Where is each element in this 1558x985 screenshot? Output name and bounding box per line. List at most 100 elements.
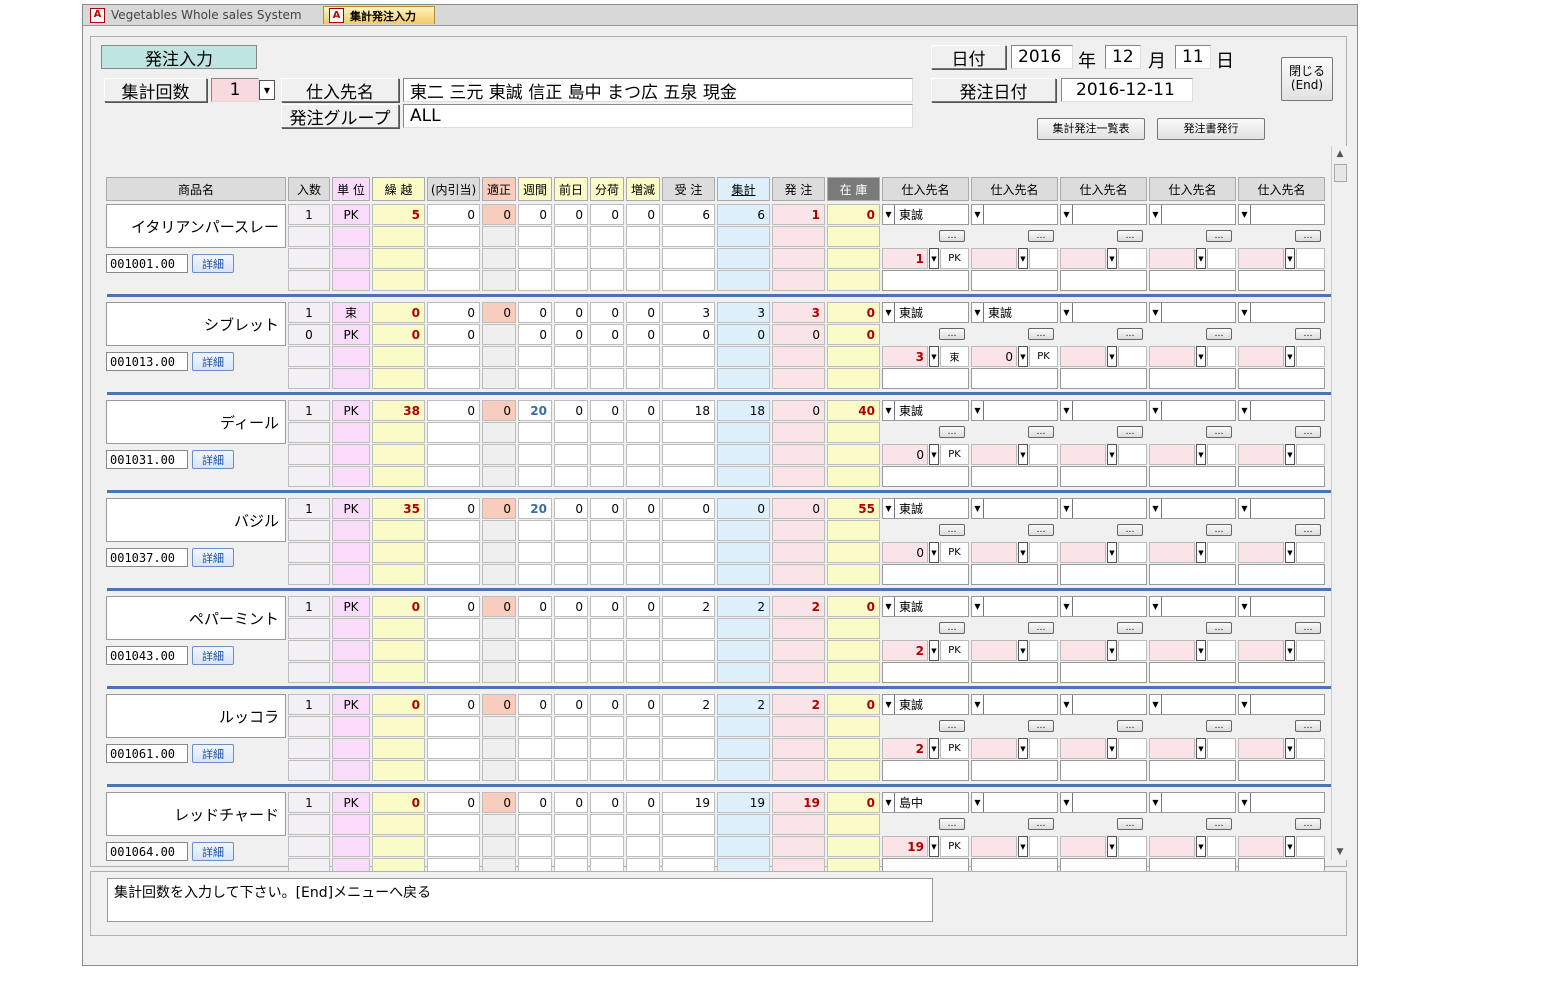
order-qty-input[interactable] [971,248,1017,269]
group-field[interactable]: ALL [403,104,913,128]
ellipsis-button[interactable]: … [1295,720,1321,732]
chevron-down-icon[interactable]: ▼ [1239,499,1251,518]
chevron-down-icon[interactable]: ▼ [1061,499,1073,518]
supplier-select[interactable]: ▼ 島中 [882,792,969,813]
chevron-down-icon[interactable]: ▼ [1107,542,1117,563]
cell-bunka[interactable]: 0 [590,694,624,715]
cell-shukan[interactable]: 0 [518,596,552,617]
chevron-down-icon[interactable]: ▼ [972,597,984,616]
chevron-down-icon[interactable]: ▼ [1150,695,1162,714]
chevron-down-icon[interactable]: ▼ [972,303,984,322]
ellipsis-button[interactable]: … [1206,524,1232,536]
cell-zenjitsu[interactable]: 0 [554,596,588,617]
cell-tekisei[interactable]: 0 [482,596,516,617]
ellipsis-button[interactable]: … [1206,426,1232,438]
order-qty-input[interactable]: 0 [971,346,1017,367]
ellipsis-button[interactable]: … [1028,622,1054,634]
chevron-down-icon[interactable]: ▼ [1018,542,1028,563]
cell-juchu[interactable]: 2 [662,596,715,617]
chevron-down-icon[interactable]: ▼ [1285,738,1295,759]
cell-tekisei[interactable]: 0 [482,302,516,323]
tab-order-input[interactable]: A 集計発注入力 [323,6,435,24]
chevron-down-icon[interactable]: ▼ [1061,597,1073,616]
cell-juchu[interactable]: 3 [662,302,715,323]
cell-zaiko[interactable]: 0 [827,204,880,225]
cell-bunka[interactable]: 0 [590,400,624,421]
order-qty-input[interactable]: 2 [882,640,928,661]
ellipsis-button[interactable]: … [1117,426,1143,438]
cell-zogen[interactable]: 0 [626,400,660,421]
chevron-down-icon[interactable]: ▼ [1061,793,1073,812]
supplier-select[interactable]: ▼ [1238,694,1325,715]
cell-shukei[interactable]: 2 [717,596,770,617]
cell-hatchu[interactable]: 1 [772,204,825,225]
product-code-field[interactable]: 001001.00 [106,254,188,273]
chevron-down-icon[interactable]: ▼ [1196,640,1206,661]
detail-button[interactable]: 詳細 [192,842,234,861]
supplier-select[interactable]: ▼ [1060,204,1147,225]
chevron-down-icon[interactable]: ▼ [1285,444,1295,465]
supplier-select[interactable]: ▼ [1060,302,1147,323]
supplier-select[interactable]: ▼ [1238,204,1325,225]
chevron-down-icon[interactable]: ▼ [929,346,939,367]
chevron-down-icon[interactable]: ▼ [1196,836,1206,857]
supplier-select[interactable]: ▼ [971,792,1058,813]
cell-kurikoshi[interactable]: 35 [372,498,425,519]
chevron-down-icon[interactable]: ▼ [1196,248,1206,269]
year-field[interactable]: 2016 [1011,45,1073,69]
cell-zaiko[interactable]: 55 [827,498,880,519]
cell-zaiko[interactable]: 40 [827,400,880,421]
chevron-down-icon[interactable]: ▼ [1150,303,1162,322]
chevron-down-icon[interactable]: ▼ [1285,248,1295,269]
ellipsis-button[interactable]: … [1117,230,1143,242]
chevron-down-icon[interactable]: ▼ [929,738,939,759]
chevron-down-icon[interactable]: ▼ [1107,836,1117,857]
order-qty-input[interactable] [1060,640,1106,661]
order-qty-input[interactable] [1238,640,1284,661]
cell-bunka[interactable]: 0 [590,324,624,345]
supplier-select[interactable]: ▼ [971,400,1058,421]
cell-bunka[interactable]: 0 [590,792,624,813]
order-qty-input[interactable]: 1 [882,248,928,269]
cell-uchibiki[interactable]: 0 [427,302,480,323]
chevron-down-icon[interactable]: ▼ [1285,640,1295,661]
supplier-field[interactable]: 東二 三元 東誠 信正 島中 まつ広 五泉 現金 [403,78,913,102]
ellipsis-button[interactable]: … [1028,230,1054,242]
cell-uchibiki[interactable]: 0 [427,596,480,617]
order-qty-input[interactable] [1238,836,1284,857]
chevron-down-icon[interactable]: ▼ [1107,346,1117,367]
order-qty-input[interactable] [1149,444,1195,465]
chevron-down-icon[interactable]: ▼ [1107,248,1117,269]
order-qty-input[interactable] [971,640,1017,661]
ellipsis-button[interactable]: … [1295,524,1321,536]
ellipsis-button[interactable]: … [939,230,965,242]
cell-tekisei[interactable]: 0 [482,204,516,225]
cell-tekisei[interactable]: 0 [482,498,516,519]
chevron-down-icon[interactable]: ▼ [883,303,895,322]
product-code-field[interactable]: 001013.00 [106,352,188,371]
cell-kurikoshi[interactable]: 0 [372,694,425,715]
day-field[interactable]: 11 [1175,45,1211,69]
cell-zenjitsu[interactable]: 0 [554,324,588,345]
cell-hatchu[interactable]: 0 [772,400,825,421]
ellipsis-button[interactable]: … [1117,328,1143,340]
ellipsis-button[interactable]: … [1206,230,1232,242]
cell-hatchu[interactable]: 0 [772,498,825,519]
cell-uchibiki[interactable]: 0 [427,498,480,519]
chevron-down-icon[interactable]: ▼ [1018,248,1028,269]
ellipsis-button[interactable]: … [939,720,965,732]
chevron-down-icon[interactable]: ▼ [1239,695,1251,714]
close-button[interactable]: 閉じる (End) [1281,57,1333,101]
cell-juchu[interactable]: 2 [662,694,715,715]
cell-juchu[interactable]: 0 [662,324,715,345]
cell-uchibiki[interactable]: 0 [427,792,480,813]
cell-juchu[interactable]: 6 [662,204,715,225]
detail-button[interactable]: 詳細 [192,352,234,371]
chevron-down-icon[interactable]: ▼ [1061,205,1073,224]
supplier-select[interactable]: ▼ [1149,596,1236,617]
ellipsis-button[interactable]: … [1117,524,1143,536]
order-qty-input[interactable] [1238,346,1284,367]
supplier-select[interactable]: ▼ [1149,302,1236,323]
cell-zenjitsu[interactable]: 0 [554,694,588,715]
ellipsis-button[interactable]: … [1206,818,1232,830]
